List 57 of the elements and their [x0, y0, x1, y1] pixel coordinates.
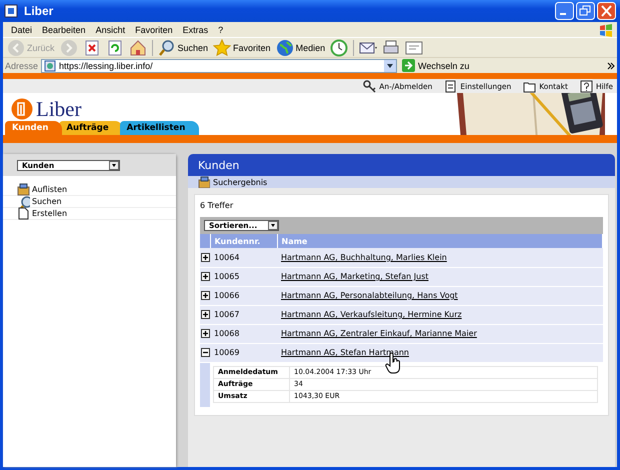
address-label: Adresse: [5, 60, 38, 70]
media-button[interactable]: Medien: [274, 38, 328, 57]
close-button[interactable]: [597, 2, 616, 20]
dropdown-arrow-icon: [109, 160, 119, 170]
menu-item[interactable]: ?: [213, 24, 228, 34]
home-icon: [128, 38, 147, 56]
go-arrow-icon: [402, 59, 416, 72]
page-icon: [44, 60, 56, 72]
sidebar-item[interactable]: Erstellen: [3, 208, 176, 220]
blank-page-icon: [17, 207, 30, 220]
favorites-button[interactable]: Favoriten: [211, 38, 273, 57]
restore-button[interactable]: [576, 2, 595, 20]
panel-title: Kunden: [188, 154, 615, 176]
customer-link[interactable]: Hartmann AG, Stefan Hartmann: [281, 348, 409, 357]
tab[interactable]: Aufträge: [59, 121, 123, 135]
help-icon: [580, 80, 593, 92]
logo-icon: [11, 98, 33, 120]
table-cell: 10066: [210, 286, 277, 305]
star-icon: [213, 38, 232, 56]
table-cell: 10064: [210, 248, 277, 267]
expand-icon[interactable]: [200, 291, 210, 300]
key-icon: [363, 80, 376, 92]
go-button[interactable]: Wechseln zu: [400, 59, 472, 72]
address-field[interactable]: https://lessing.liber.info/: [41, 58, 398, 72]
globe-icon: [276, 38, 294, 56]
table-cell: 10069: [210, 343, 277, 362]
menu-item[interactable]: Extras: [178, 24, 214, 34]
chevron-icon: [607, 62, 615, 70]
menu-item[interactable]: Favoriten: [130, 24, 178, 34]
result-count: 6 Treffer: [200, 200, 234, 212]
window-title: Liber: [24, 4, 54, 18]
column-header: Name: [277, 234, 602, 248]
expand-icon[interactable]: [200, 252, 210, 262]
search-icon: [158, 38, 176, 56]
archive-icon: [198, 176, 210, 188]
windows-logo: [598, 22, 614, 36]
menu-item[interactable]: Datei: [6, 24, 38, 34]
menu-item[interactable]: Ansicht: [90, 24, 130, 34]
app-icon: [4, 4, 18, 18]
table-cell: 10068: [210, 324, 277, 343]
archive-icon: [17, 183, 30, 196]
table-cell: 10067: [210, 305, 277, 324]
expand-icon[interactable]: [200, 329, 210, 338]
expand-icon[interactable]: [200, 272, 210, 281]
table-cell: 10065: [210, 267, 277, 286]
tab[interactable]: Artikellisten: [120, 121, 200, 135]
sidebar-item[interactable]: Auflisten: [3, 184, 176, 196]
column-header: Kundennr.: [210, 234, 277, 248]
menu-item[interactable]: Bearbeiten: [37, 24, 91, 34]
breadcrumb: Suchergebnis: [213, 178, 268, 186]
minimize-button[interactable]: [555, 2, 574, 20]
logo-text: Liber: [36, 96, 82, 122]
dropdown-arrow-icon: [268, 221, 278, 230]
collapse-icon[interactable]: [200, 348, 210, 357]
clock-button[interactable]: [328, 38, 350, 57]
expand-icon[interactable]: [200, 310, 210, 319]
search-button[interactable]: Suchen: [156, 38, 210, 57]
